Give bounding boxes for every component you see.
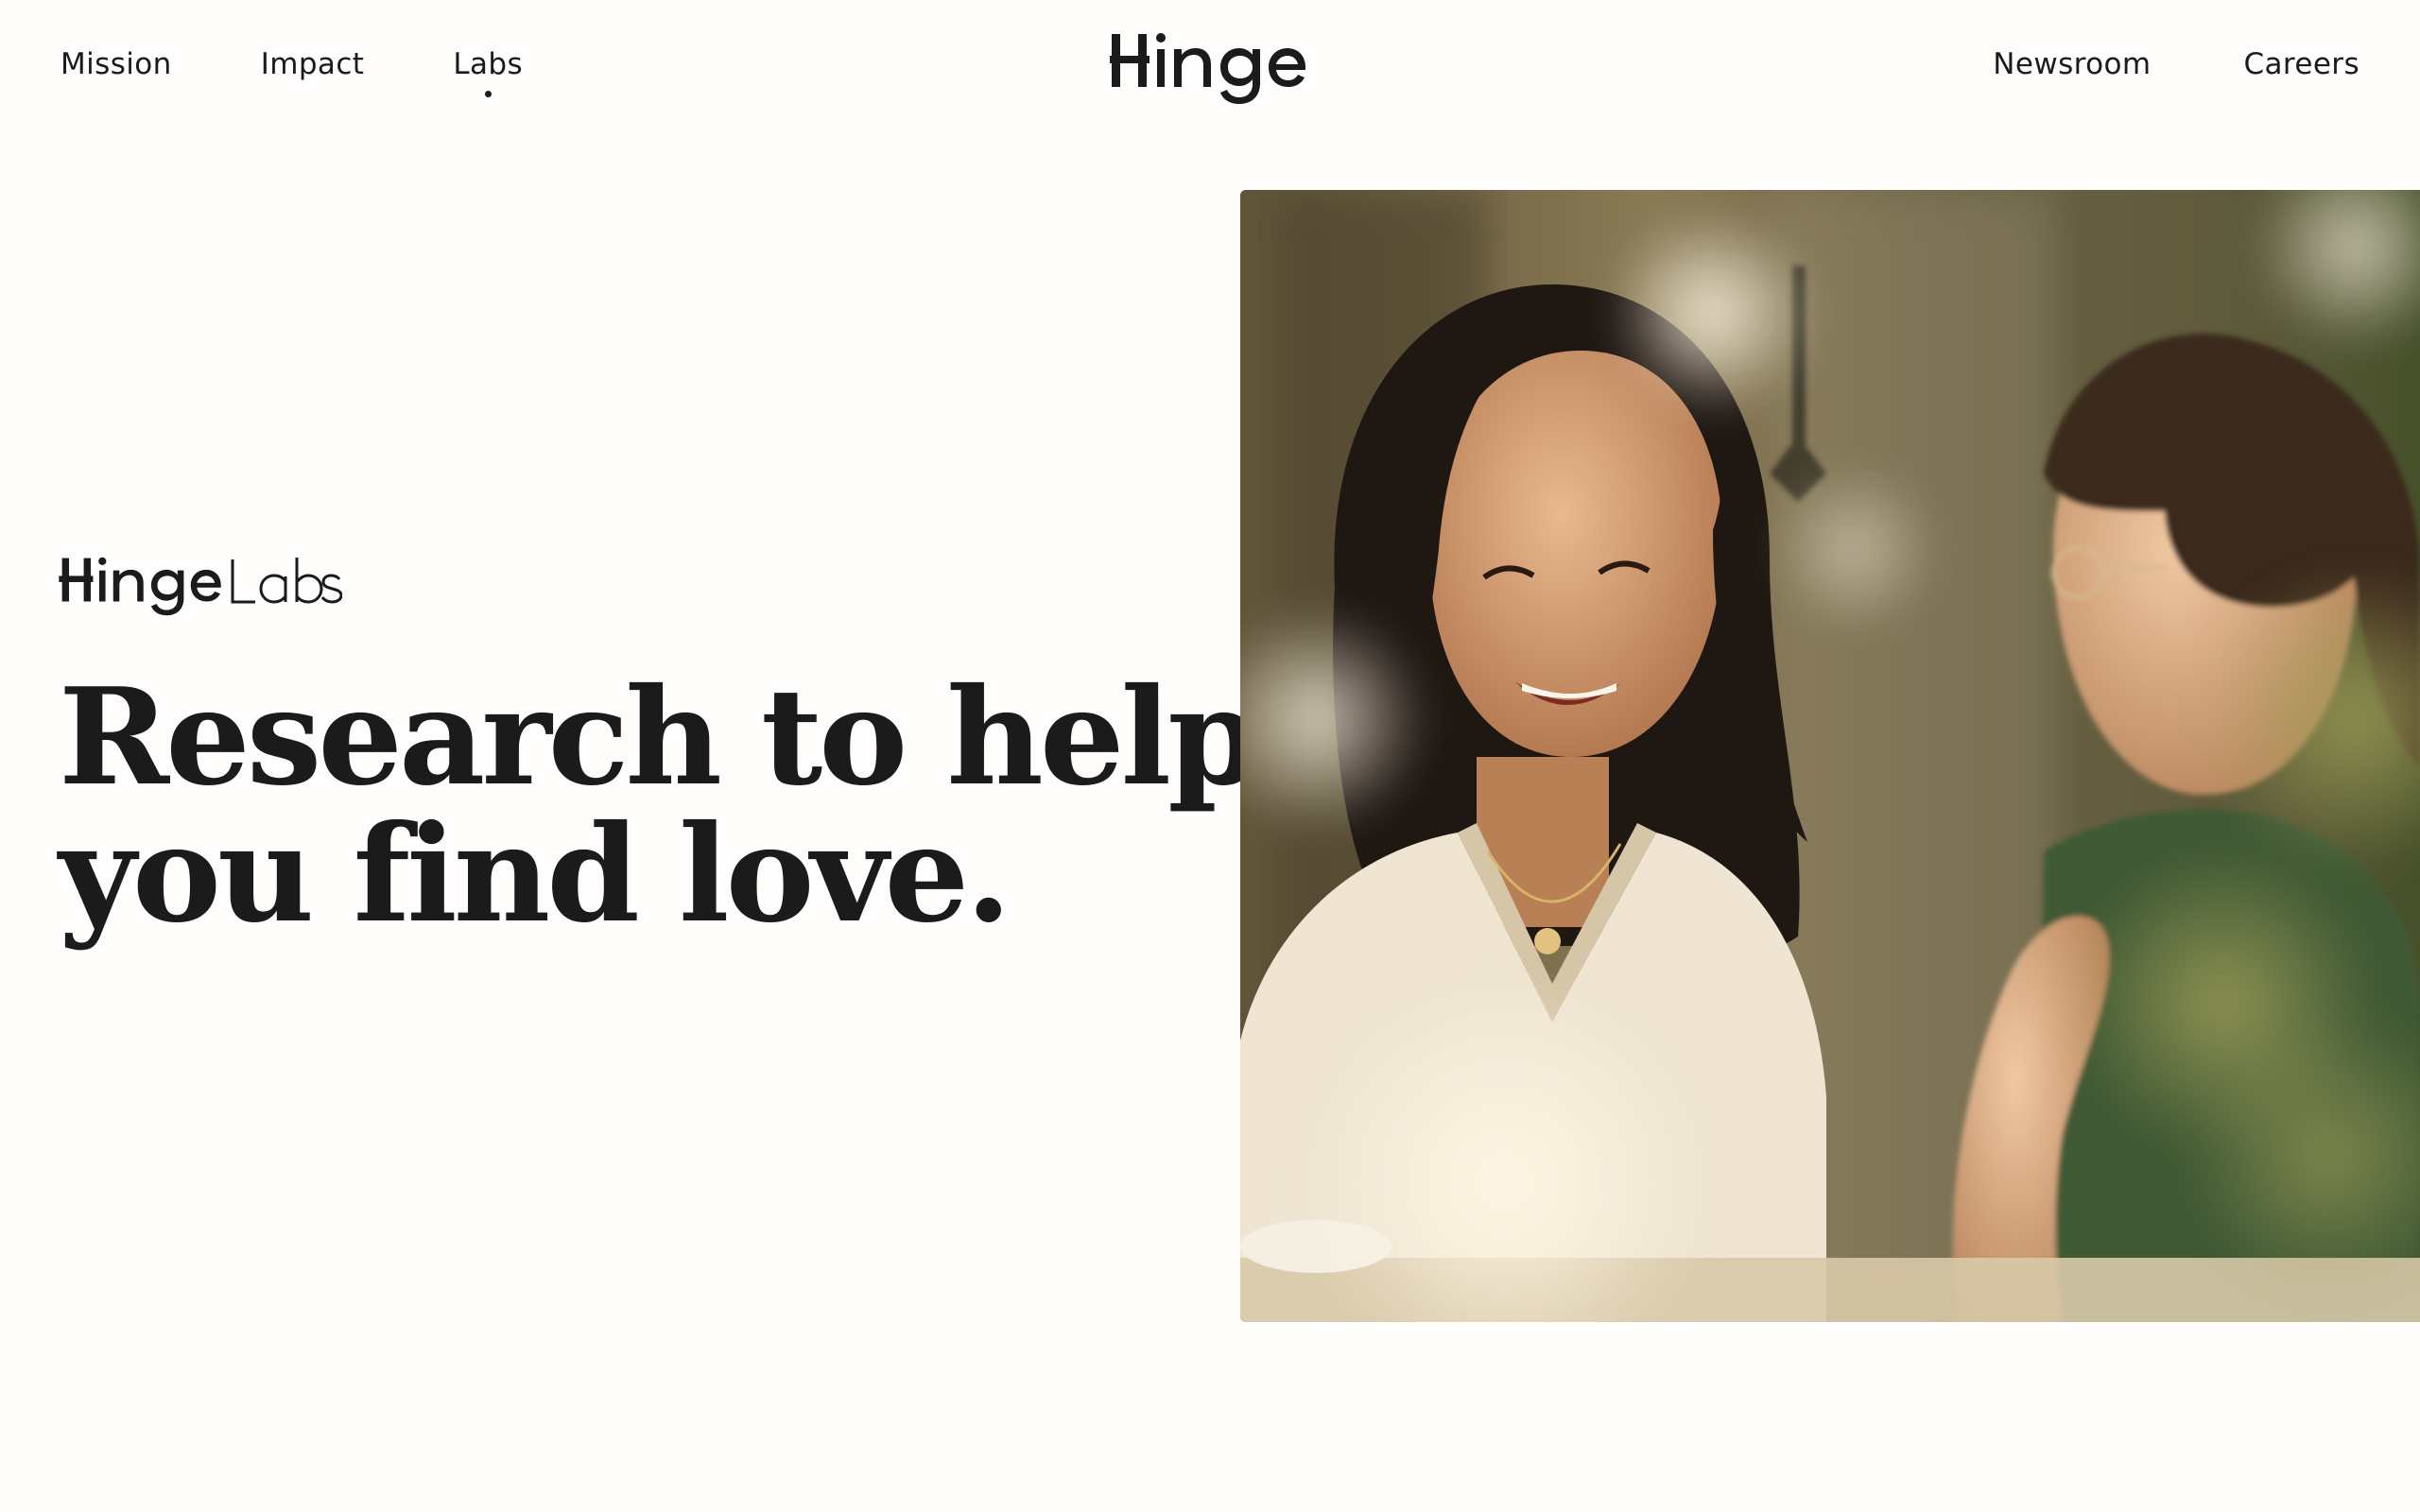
nav-link-mission[interactable]: Mission: [60, 47, 172, 81]
primary-nav: Mission Impact Labs: [60, 47, 523, 97]
nav-link-impact[interactable]: Impact: [261, 47, 365, 81]
nav-link-careers[interactable]: Careers: [2243, 47, 2360, 81]
hero-photo: [1240, 190, 2420, 1322]
hero-headline: Research to help you find love.: [59, 660, 1261, 953]
secondary-nav: Newsroom Careers: [1993, 47, 2360, 81]
hero-headline-line-1: Research to help: [59, 660, 1261, 816]
nav-link-labs[interactable]: Labs: [453, 47, 523, 97]
hinge-labs-wordmark-icon: [59, 557, 343, 616]
hinge-logo[interactable]: [1108, 26, 1308, 112]
nav-link-newsroom[interactable]: Newsroom: [1993, 47, 2151, 81]
hinge-wordmark-icon: [1108, 33, 1305, 104]
top-navigation: Mission Impact Labs Newsroom Careers: [0, 0, 2420, 137]
hinge-labs-logo: [59, 546, 343, 620]
hero-headline-line-2: you find love.: [59, 797, 1011, 953]
couple-photo-illustration: [1240, 190, 2420, 1322]
page: Mission Impact Labs Newsroom Careers Res…: [0, 0, 2420, 1512]
